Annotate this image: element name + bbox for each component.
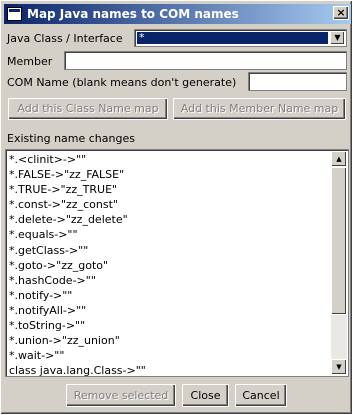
existing-name-changes-heading: Existing name changes bbox=[7, 132, 135, 145]
cancel-button[interactable]: Cancel bbox=[235, 384, 287, 407]
dialog-window: Map Java names to COM names × Java Class… bbox=[0, 0, 353, 415]
list-item[interactable]: *.wait->"" bbox=[9, 348, 329, 363]
list-item[interactable]: *.TRUE->"zz_TRUE" bbox=[9, 182, 329, 197]
name-changes-list[interactable]: *.<clinit>->"" *.FALSE->"zz_FALSE" *.TRUE-… bbox=[5, 149, 349, 377]
list-item[interactable]: *.toString->"" bbox=[9, 318, 329, 333]
list-item[interactable]: *.delete->"zz_delete" bbox=[9, 212, 329, 227]
scroll-down-icon[interactable]: ▼ bbox=[331, 359, 347, 375]
java-class-selected-value: * bbox=[137, 32, 328, 44]
remove-selected-button[interactable]: Remove selected bbox=[66, 384, 176, 407]
list-item[interactable]: *.hashCode->"" bbox=[9, 273, 329, 288]
close-window-button[interactable]: × bbox=[333, 6, 349, 20]
list-item[interactable]: *.equals->"" bbox=[9, 227, 329, 242]
list-item[interactable]: *.getClass->"" bbox=[9, 243, 329, 258]
scroll-thumb[interactable] bbox=[331, 167, 347, 315]
com-name-input[interactable] bbox=[248, 72, 347, 91]
member-input[interactable] bbox=[64, 51, 347, 70]
chevron-down-icon[interactable]: ▼ bbox=[330, 31, 345, 45]
java-class-label: Java Class / Interface bbox=[7, 32, 123, 45]
list-item[interactable]: class java.lang.Class->"" bbox=[9, 363, 329, 376]
list-item[interactable]: *.union->"zz_union" bbox=[9, 333, 329, 348]
scroll-up-icon[interactable]: ▲ bbox=[331, 151, 347, 167]
list-item[interactable]: *.notify->"" bbox=[9, 288, 329, 303]
list-item[interactable]: *.goto->"zz_goto" bbox=[9, 258, 329, 273]
list-item[interactable]: *.FALSE->"zz_FALSE" bbox=[9, 167, 329, 182]
add-class-name-map-button[interactable]: Add this Class Name map bbox=[8, 98, 168, 120]
window-title: Map Java names to COM names bbox=[27, 7, 239, 21]
java-class-combobox[interactable]: * ▼ bbox=[134, 29, 347, 47]
com-name-label: COM Name (blank means don't generate) bbox=[7, 76, 237, 89]
window-icon bbox=[7, 7, 22, 21]
list-items: *.<clinit>->"" *.FALSE->"zz_FALSE" *.TRUE-… bbox=[9, 152, 329, 376]
member-label: Member bbox=[7, 55, 53, 68]
close-button[interactable]: Close bbox=[182, 384, 229, 407]
vertical-scrollbar[interactable]: ▲ ▼ bbox=[331, 151, 347, 375]
add-member-name-map-button[interactable]: Add this Member Name map bbox=[173, 98, 346, 120]
list-item[interactable]: *.const->"zz_const" bbox=[9, 197, 329, 212]
list-item[interactable]: *.<clinit>->"" bbox=[9, 152, 329, 167]
title-bar[interactable]: Map Java names to COM names × bbox=[4, 4, 351, 24]
list-item[interactable]: *.notifyAll->"" bbox=[9, 303, 329, 318]
